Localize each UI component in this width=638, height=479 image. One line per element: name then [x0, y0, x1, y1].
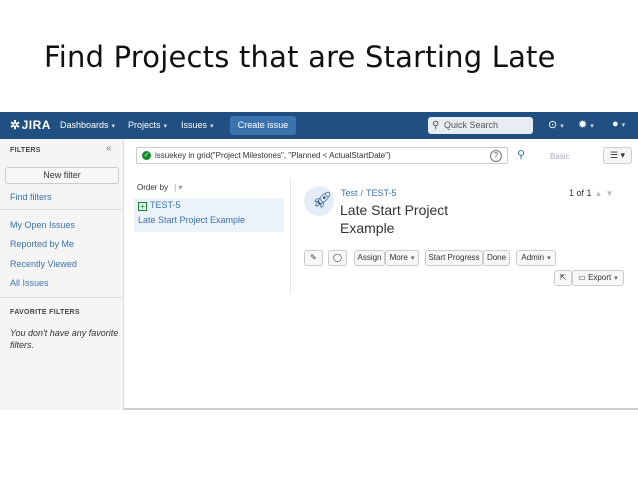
breadcrumb-issue-key[interactable]: TEST-5: [366, 188, 397, 198]
new-feature-type-icon: +: [138, 202, 147, 211]
edit-button[interactable]: ✎: [304, 250, 323, 266]
basic-search-link[interactable]: Basic: [550, 152, 570, 161]
screenshot-bottom-border: [124, 408, 638, 410]
search-button[interactable]: ⚲: [517, 148, 525, 161]
chevron-down-icon[interactable]: ▼: [605, 189, 613, 198]
gear-icon[interactable]: ✹ ▾: [578, 118, 594, 131]
order-by-control[interactable]: Order by | ▾: [137, 183, 182, 192]
list-issue-key[interactable]: + TEST-5: [138, 200, 181, 211]
jira-screenshot: ✲JIRA Dashboards ▾ Projects ▾ Issues ▾ Crea…: [0, 112, 638, 410]
sidebar-divider: [0, 209, 124, 210]
list-issue-summary[interactable]: Late Start Project Example: [138, 215, 245, 225]
chevron-down-icon: ▾: [111, 123, 116, 130]
no-favorites-text: You don't have any favorite filters.: [10, 328, 119, 350]
sidebar-item-recently-viewed[interactable]: Recently Viewed: [10, 259, 77, 269]
nav-projects[interactable]: Projects ▾: [128, 120, 167, 130]
admin-button[interactable]: Admin ▾: [516, 250, 556, 266]
chevron-down-icon: ▾: [163, 123, 168, 130]
issue-title-line2: Example: [340, 220, 395, 236]
breadcrumb-project[interactable]: Test: [341, 188, 358, 198]
sidebar-item-all-issues[interactable]: All Issues: [10, 278, 49, 288]
search-icon: ⚲: [432, 120, 440, 131]
done-button[interactable]: Done: [483, 250, 510, 266]
valid-query-check-icon: ✓: [142, 151, 151, 160]
chevron-down-icon: | ▾: [174, 183, 183, 192]
chevron-up-icon[interactable]: ▲: [595, 189, 603, 198]
quick-search-input[interactable]: ⚲ Quick Search: [428, 117, 533, 134]
favorite-filters-heading: FAVORITE FILTERS: [10, 309, 80, 316]
comment-icon: ◯: [333, 253, 342, 262]
syntax-help-icon[interactable]: ?: [490, 150, 502, 162]
layout-switcher-button[interactable]: ☰ ▾: [603, 147, 632, 164]
sidebar-item-my-open-issues[interactable]: My Open Issues: [10, 220, 75, 230]
user-avatar-icon[interactable]: ● ▾: [612, 118, 625, 130]
slide-title: Find Projects that are Starting Late: [44, 40, 556, 74]
chevron-down-icon: ▾: [614, 275, 618, 282]
filters-sidebar: FILTERS « New filter Find filters My Ope…: [0, 139, 124, 410]
chevron-down-icon: ▾: [547, 255, 551, 262]
pencil-icon: ✎: [310, 253, 317, 262]
share-button[interactable]: ⇱: [554, 270, 572, 286]
jira-logo-icon: ✲: [10, 118, 21, 132]
start-progress-button[interactable]: Start Progress: [425, 250, 483, 266]
nav-dashboards[interactable]: Dashboards ▾: [60, 120, 115, 130]
create-issue-button[interactable]: Create issue: [230, 116, 296, 135]
jql-search-input[interactable]: ✓ issuekey in grid("Project Milestones",…: [136, 147, 508, 164]
issue-title-line1: Late Start Project: [340, 202, 449, 218]
filters-heading: FILTERS: [10, 147, 41, 154]
jira-logo[interactable]: ✲JIRA: [10, 118, 51, 132]
panel-divider: [290, 178, 291, 294]
find-filters-link[interactable]: Find filters: [10, 192, 52, 202]
more-button[interactable]: More ▾: [385, 250, 419, 266]
share-icon: ⇱: [559, 273, 567, 282]
sidebar-item-reported-by-me[interactable]: Reported by Me: [10, 239, 74, 249]
issue-pager: 1 of 1 ▲ ▼: [569, 188, 614, 198]
top-navigation-bar: ✲JIRA Dashboards ▾ Projects ▾ Issues ▾ Crea…: [0, 112, 638, 139]
chevron-down-icon: ▾: [410, 255, 415, 262]
assign-button[interactable]: Assign: [354, 250, 385, 266]
nav-issues[interactable]: Issues ▾: [181, 120, 214, 130]
comment-button[interactable]: ◯: [328, 250, 347, 266]
breadcrumb: Test / TEST-5: [341, 188, 397, 198]
export-button[interactable]: ▭ Export ▾: [572, 270, 624, 286]
help-icon[interactable]: ⊙ ▾: [548, 118, 564, 131]
new-filter-button[interactable]: New filter: [5, 167, 119, 184]
sidebar-divider: [0, 297, 124, 298]
export-icon: ▭: [578, 273, 586, 282]
slide: Find Projects that are Starting Late ✲JI…: [0, 0, 638, 479]
rocket-icon: 🚀︎: [312, 192, 333, 209]
collapse-sidebar-icon[interactable]: «: [106, 143, 112, 154]
chevron-down-icon: ▾: [210, 123, 214, 130]
